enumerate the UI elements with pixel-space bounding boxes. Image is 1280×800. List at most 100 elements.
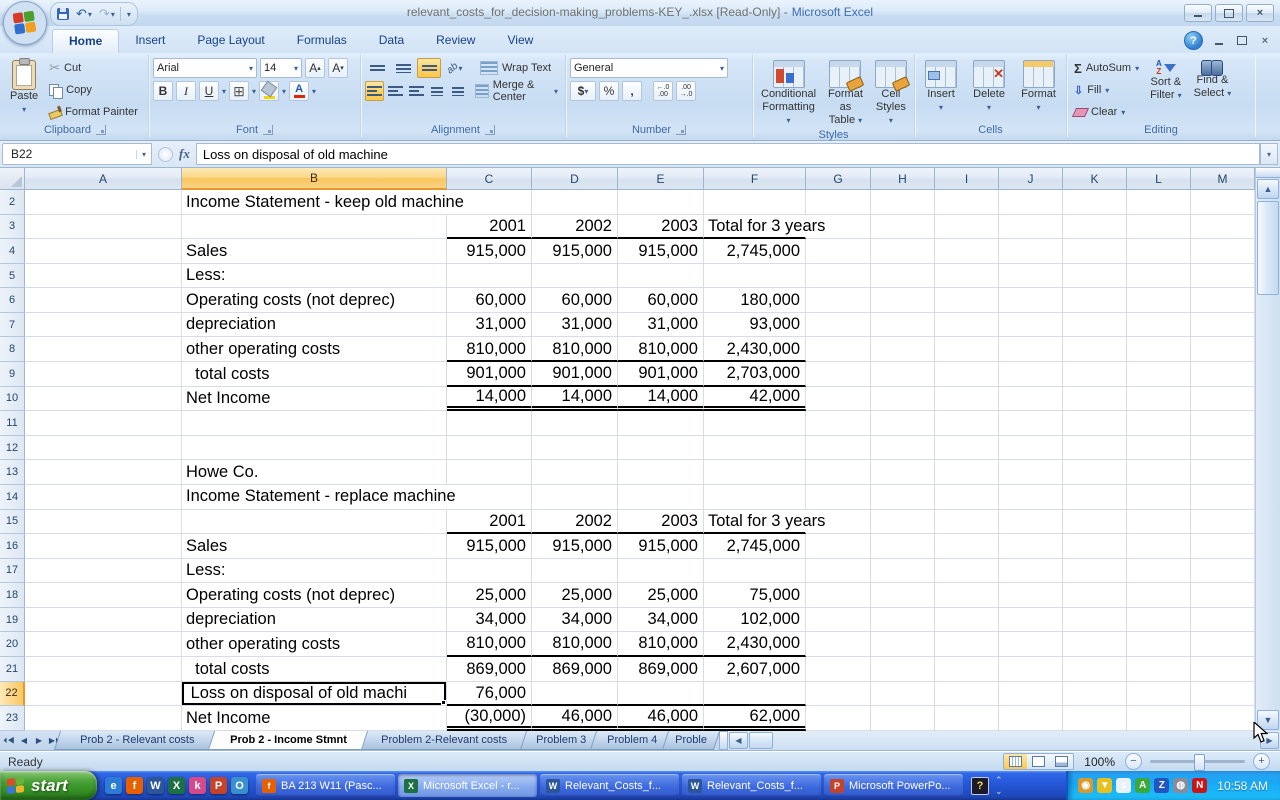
cell-I6[interactable] [935,288,999,313]
cell-A5[interactable] [25,264,182,289]
cell-J4[interactable] [999,239,1063,264]
cell-K13[interactable] [1063,460,1127,485]
cell-M9[interactable] [1191,362,1255,387]
cell-I22[interactable] [935,682,999,707]
cell-J6[interactable] [999,288,1063,313]
cell-C16[interactable]: 915,000 [447,534,532,559]
cell-G6[interactable] [806,288,871,313]
cell-L8[interactable] [1127,337,1191,362]
cell-F21[interactable]: 2,607,000 [704,657,806,682]
cell-I5[interactable] [935,264,999,289]
collapse-chevron-icon[interactable]: ⌃⌄ [995,775,1003,797]
cell-A11[interactable] [25,411,182,436]
cell-I9[interactable] [935,362,999,387]
cell-I10[interactable] [935,387,999,412]
tab-view[interactable]: View [491,29,549,53]
cell-E2[interactable] [618,190,704,215]
cell-C5[interactable] [447,264,532,289]
cell-L5[interactable] [1127,264,1191,289]
row-header-6[interactable]: 6 [0,288,25,313]
cell-J3[interactable] [999,215,1063,240]
cell-F11[interactable] [704,411,806,436]
cell-L6[interactable] [1127,288,1191,313]
column-header-C[interactable]: C [447,168,532,190]
volume-icon[interactable]: ◍ [1173,778,1188,793]
column-header-B[interactable]: B [182,168,447,190]
cell-D20[interactable]: 810,000 [532,632,618,657]
cell-M21[interactable] [1191,657,1255,682]
taskbar-window-excel[interactable]: XMicrosoft Excel - r... [398,774,537,797]
cell-I17[interactable] [935,559,999,584]
cell-A16[interactable] [25,534,182,559]
novell-icon[interactable]: N [1192,778,1207,793]
cell-styles-button[interactable]: CellStyles ▾ [871,58,911,129]
cell-D13[interactable] [532,460,618,485]
cell-B13[interactable]: Howe Co. [182,460,447,485]
cell-C12[interactable] [447,436,532,461]
cell-K9[interactable] [1063,362,1127,387]
cell-D2[interactable] [532,190,618,215]
taskbar-window-word[interactable]: WRelevant_Costs_f... [540,774,679,797]
tab-page-layout[interactable]: Page Layout [181,29,280,53]
cell-E18[interactable]: 25,000 [618,583,704,608]
scroll-up-button[interactable]: ▲ [1257,179,1279,199]
cell-M11[interactable] [1191,411,1255,436]
cell-F16[interactable]: 2,745,000 [704,534,806,559]
tab-data[interactable]: Data [363,29,420,53]
cell-D12[interactable] [532,436,618,461]
tab-insert[interactable]: Insert [119,29,181,53]
cell-L3[interactable] [1127,215,1191,240]
row-header-2[interactable]: 2 [0,190,25,215]
vertical-scroll-thumb[interactable] [1257,201,1279,295]
outlook-icon[interactable]: O [231,777,248,794]
cell-L2[interactable] [1127,190,1191,215]
cell-D17[interactable] [532,559,618,584]
cell-M22[interactable] [1191,682,1255,707]
row-header-9[interactable]: 9 [0,362,25,387]
word-icon[interactable]: W [147,777,164,794]
cell-C10[interactable]: 14,000 [447,387,532,412]
cell-H6[interactable] [871,288,935,313]
cell-F20[interactable]: 2,430,000 [704,632,806,657]
cell-C4[interactable]: 915,000 [447,239,532,264]
cell-L11[interactable] [1127,411,1191,436]
cell-E14[interactable] [618,485,704,510]
powerpoint-icon[interactable]: P [210,777,227,794]
cell-B15[interactable] [182,510,447,535]
excel-icon[interactable]: X [168,777,185,794]
row-header-22[interactable]: 22 [0,682,25,707]
cell-E4[interactable]: 915,000 [618,239,704,264]
cell-F13[interactable] [704,460,806,485]
row-header-4[interactable]: 4 [0,239,25,264]
workbook-close-button[interactable]: × [1255,34,1275,48]
workbook-restore-button[interactable] [1232,34,1252,48]
horizontal-scrollbar[interactable]: ◀ ▶ [719,731,1280,750]
page-break-view-button[interactable] [1050,754,1073,769]
cell-A22[interactable] [25,682,182,707]
cell-B8[interactable]: other operating costs [182,337,447,362]
cell-J12[interactable] [999,436,1063,461]
cell-F6[interactable]: 180,000 [704,288,806,313]
cell-E23[interactable]: 46,000 [618,706,704,731]
cell-B20[interactable]: other operating costs [182,632,447,657]
cell-E13[interactable] [618,460,704,485]
cell-M19[interactable] [1191,608,1255,633]
cell-D19[interactable]: 34,000 [532,608,618,633]
cell-H18[interactable] [871,583,935,608]
sheet-tab-proble[interactable]: Proble [662,731,720,750]
cell-J21[interactable] [999,657,1063,682]
format-cells-button[interactable]: Format▾ [1017,58,1060,122]
cell-D9[interactable]: 901,000 [532,362,618,387]
row-header-19[interactable]: 19 [0,608,25,633]
cell-K17[interactable] [1063,559,1127,584]
align-middle-button[interactable] [391,58,415,78]
cell-J18[interactable] [999,583,1063,608]
cell-M23[interactable] [1191,706,1255,731]
cell-E20[interactable]: 810,000 [618,632,704,657]
cell-L13[interactable] [1127,460,1191,485]
autosum-button[interactable]: ΣAutoSum▾ [1071,58,1142,78]
cell-C13[interactable] [447,460,532,485]
cell-F15[interactable]: Total for 3 years [704,510,806,535]
wrap-text-button[interactable]: Wrap Text [477,58,554,78]
cell-I3[interactable] [935,215,999,240]
